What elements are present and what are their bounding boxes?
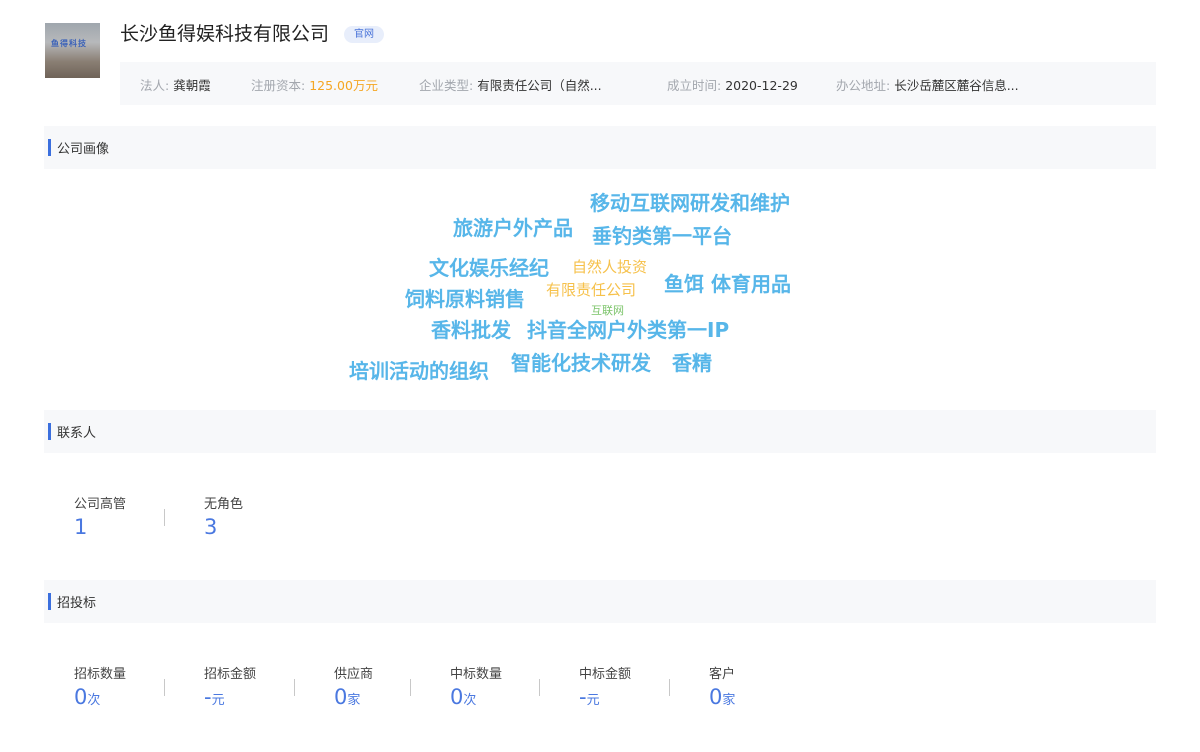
- stat-divider: [164, 679, 165, 696]
- stat-value[interactable]: -: [579, 685, 587, 709]
- stat-unit: 元: [586, 693, 600, 708]
- stat-value-wrap: 0次: [74, 685, 126, 709]
- type-label: 企业类型:: [419, 78, 474, 93]
- section-title-contacts: 联系人: [57, 426, 97, 441]
- stat-unit: 次: [87, 693, 101, 708]
- stat-divider: [164, 509, 165, 526]
- word-cloud-item: 培训活动的组织: [349, 359, 489, 383]
- date-value: 2020-12-29: [725, 78, 798, 93]
- info-address: 办公地址: 长沙岳麓区麓谷信息...: [836, 75, 1019, 94]
- stat-label: 公司高管: [74, 497, 127, 512]
- stat-value-wrap: 0次: [450, 685, 502, 709]
- section-title-portrait: 公司画像: [57, 142, 110, 157]
- legal-label: 法人:: [140, 78, 170, 93]
- stat-label: 中标数量: [450, 667, 503, 682]
- stat-divider: [294, 679, 295, 696]
- official-site-badge[interactable]: 官网: [344, 26, 384, 43]
- section-accent: [48, 139, 51, 156]
- address-label: 办公地址:: [836, 78, 891, 93]
- stat-label: 供应商: [334, 667, 374, 682]
- info-capital: 注册资本: 125.00万元: [251, 75, 378, 94]
- info-date: 成立时间: 2020-12-29: [667, 75, 798, 94]
- word-cloud-item: 鱼饵 体育用品: [664, 272, 791, 296]
- logo-text: 鱼得科技: [51, 39, 87, 48]
- section-title-bidding: 招投标: [57, 596, 97, 611]
- capital-value: 125.00万元: [309, 78, 378, 93]
- company-name: 长沙鱼得娱科技有限公司: [120, 23, 330, 45]
- word-cloud-item: 垂钓类第一平台: [592, 224, 732, 248]
- stat-value[interactable]: 0: [450, 685, 463, 709]
- word-cloud-item: 自然人投资: [572, 258, 648, 276]
- word-cloud-item: 文化娱乐经纪: [429, 256, 549, 280]
- stat-label: 招标数量: [74, 667, 127, 682]
- stat-label: 中标金额: [579, 667, 632, 682]
- type-value: 有限责任公司（自然...: [477, 78, 602, 93]
- info-legal: 法人: 龚朝霞: [140, 75, 211, 94]
- section-contacts: 联系人: [44, 410, 1156, 453]
- word-cloud-item: 移动互联网研发和维护: [590, 191, 790, 215]
- stat-value[interactable]: 3: [204, 515, 243, 539]
- section-accent: [48, 423, 51, 440]
- word-cloud-item: 饲料原料销售: [405, 287, 525, 311]
- stat-value-wrap: -元: [579, 685, 631, 709]
- stat-executives[interactable]: 公司高管 1: [74, 493, 126, 539]
- stat-label: 客户: [709, 667, 736, 682]
- stat-win-count[interactable]: 中标数量 0次: [450, 663, 502, 709]
- word-cloud-item: 智能化技术研发: [511, 351, 651, 375]
- company-info-bar: 法人: 龚朝霞 注册资本: 125.00万元 企业类型: 有限责任公司（自然..…: [120, 62, 1156, 105]
- stat-label: 无角色: [204, 497, 244, 512]
- stat-tender-amount[interactable]: 招标金额 -元: [204, 663, 256, 709]
- legal-value[interactable]: 龚朝霞: [173, 78, 211, 93]
- address-value: 长沙岳麓区麓谷信息...: [894, 78, 1019, 93]
- stat-suppliers[interactable]: 供应商 0家: [334, 663, 373, 709]
- info-type: 企业类型: 有限责任公司（自然...: [419, 75, 602, 94]
- stat-value[interactable]: 0: [334, 685, 347, 709]
- section-accent: [48, 593, 51, 610]
- stat-no-role[interactable]: 无角色 3: [204, 493, 243, 539]
- word-cloud-item: 互联网: [591, 304, 624, 317]
- capital-label: 注册资本:: [251, 78, 306, 93]
- date-label: 成立时间:: [667, 78, 722, 93]
- stat-win-amount[interactable]: 中标金额 -元: [579, 663, 631, 709]
- stat-divider: [539, 679, 540, 696]
- stat-divider: [669, 679, 670, 696]
- stat-label: 招标金额: [204, 667, 257, 682]
- section-bidding: 招投标: [44, 580, 1156, 623]
- stat-value[interactable]: 0: [709, 685, 722, 709]
- stat-value[interactable]: 1: [74, 515, 126, 539]
- stat-value[interactable]: 0: [74, 685, 87, 709]
- word-cloud-item: 旅游户外产品: [453, 216, 573, 240]
- stat-value-wrap: -元: [204, 685, 256, 709]
- stat-unit: 家: [722, 693, 736, 708]
- stat-unit: 次: [463, 693, 477, 708]
- stat-value-wrap: 0家: [709, 685, 735, 709]
- word-cloud-item: 抖音全网户外类第一IP: [527, 318, 730, 342]
- stat-divider: [410, 679, 411, 696]
- stat-unit: 元: [211, 693, 225, 708]
- stat-value[interactable]: -: [204, 685, 212, 709]
- stat-unit: 家: [347, 693, 361, 708]
- stat-value-wrap: 0家: [334, 685, 373, 709]
- company-logo: 鱼得科技: [45, 23, 100, 78]
- word-cloud-item: 有限责任公司: [546, 281, 637, 299]
- word-cloud-item: 香料批发: [431, 318, 511, 342]
- section-portrait: 公司画像: [44, 126, 1156, 169]
- stat-customers[interactable]: 客户 0家: [709, 663, 735, 709]
- word-cloud-item: 香精: [672, 351, 712, 375]
- stat-tender-count[interactable]: 招标数量 0次: [74, 663, 126, 709]
